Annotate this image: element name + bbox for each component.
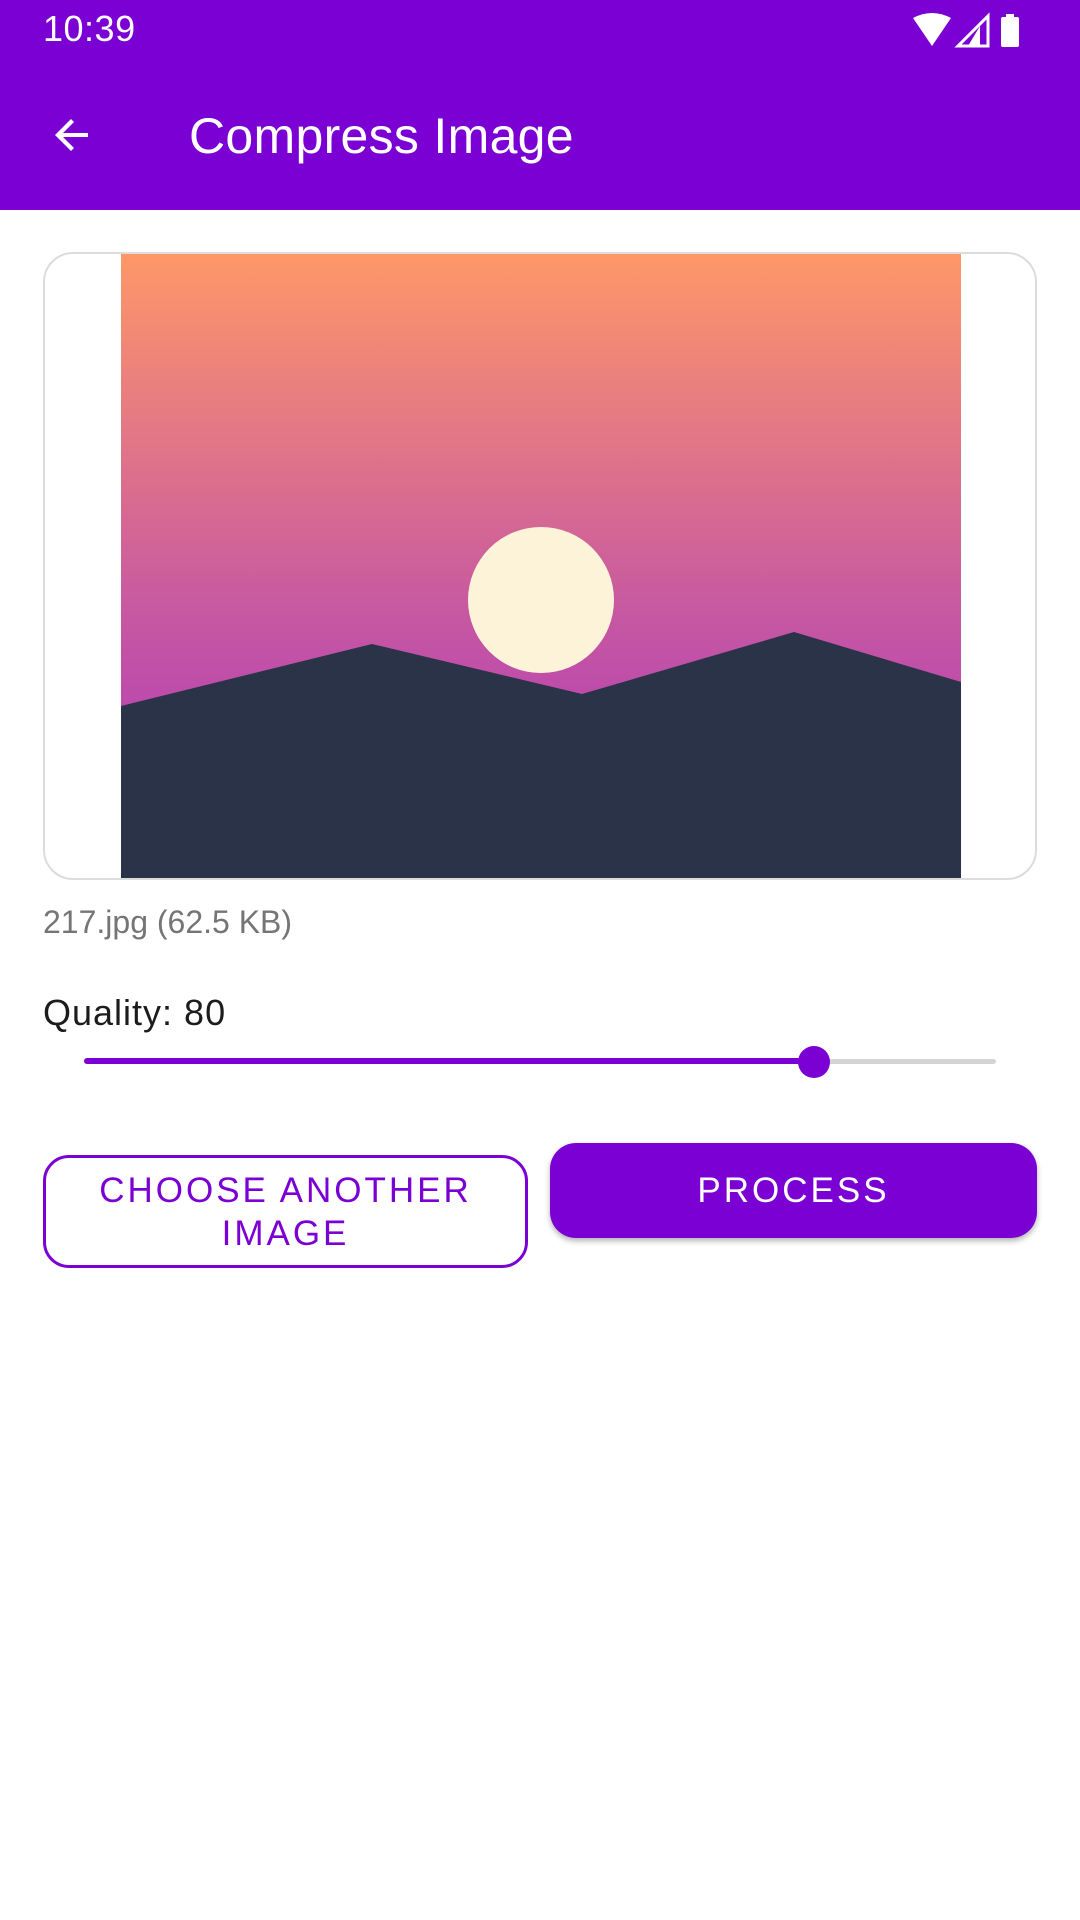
sun-shape [468, 527, 614, 673]
status-bar: 10:39 [0, 0, 1080, 63]
status-icons [910, 12, 1040, 52]
quality-slider[interactable] [84, 1040, 996, 1084]
signal-icon [954, 12, 990, 48]
file-info: 217.jpg (62.5 KB) [43, 904, 293, 940]
choose-another-image-button[interactable]: CHOOSE ANOTHER IMAGE [43, 1155, 528, 1268]
app-bar: Compress Image [0, 63, 1080, 210]
process-button[interactable]: PROCESS [550, 1143, 1037, 1238]
image-preview-card [43, 252, 1037, 880]
slider-thumb[interactable] [797, 1046, 830, 1078]
slider-active-track [84, 1058, 814, 1064]
wifi-icon [913, 13, 951, 46]
page-title: Compress Image [189, 108, 574, 164]
image-preview [121, 254, 961, 878]
arrow-back-icon [48, 111, 96, 164]
quality-label: Quality: 80 [43, 992, 227, 1033]
back-button[interactable] [36, 101, 108, 173]
battery-icon [1001, 14, 1019, 47]
status-time: 10:39 [43, 8, 136, 49]
